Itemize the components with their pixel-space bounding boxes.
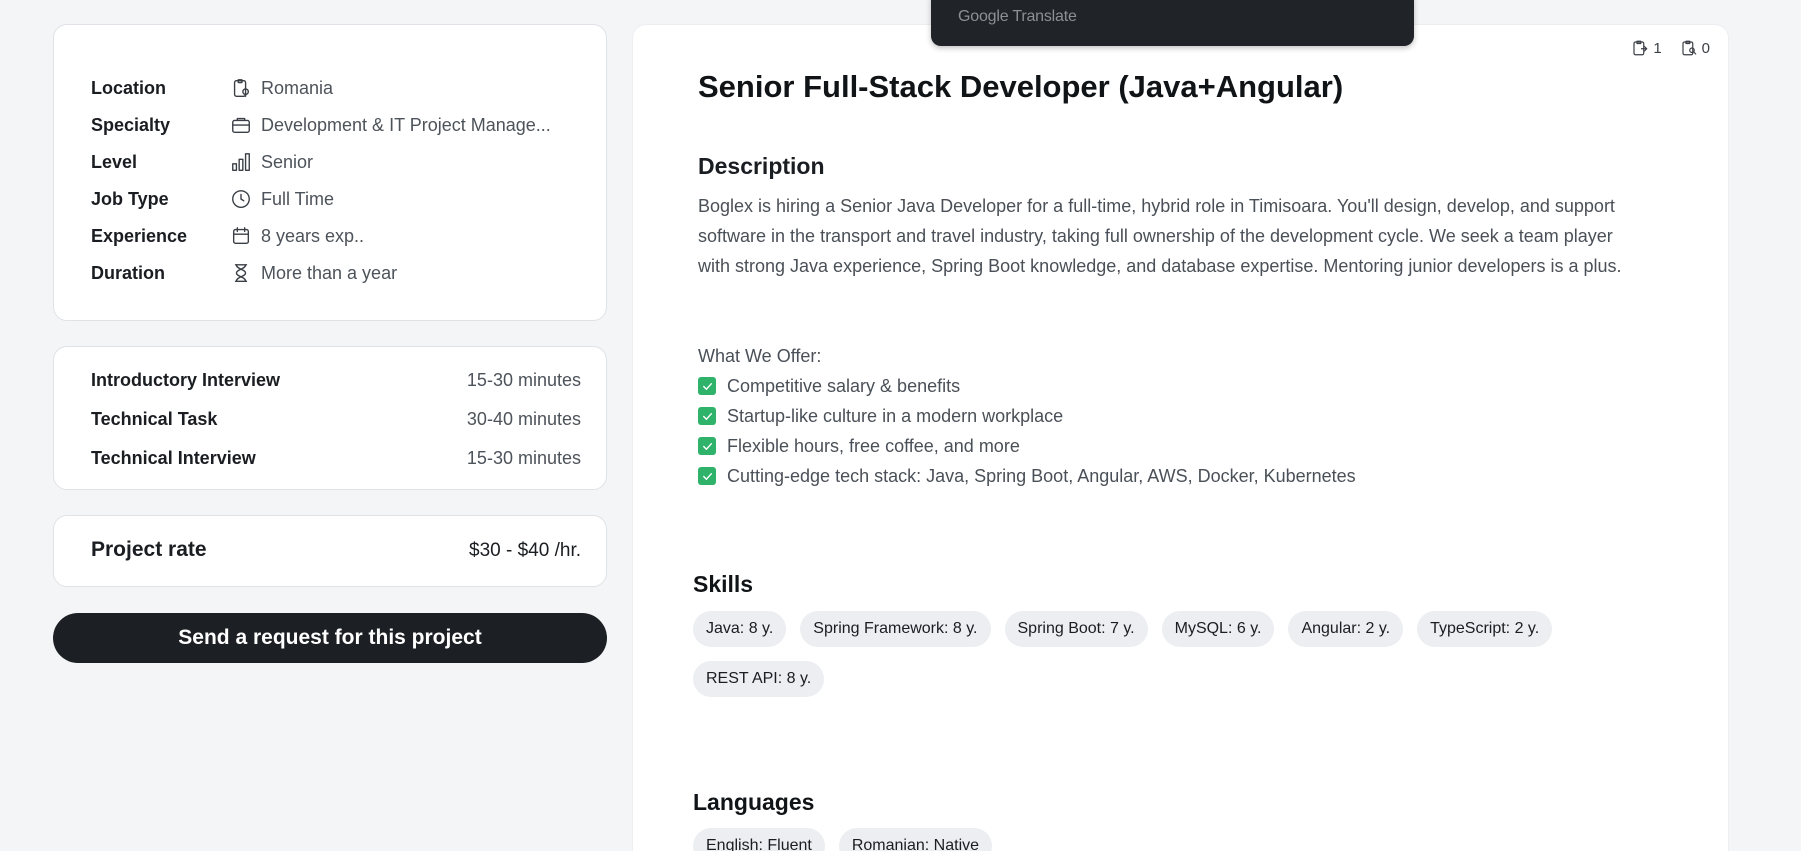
info-value: More than a year — [261, 262, 398, 283]
counter-value: 1 — [1653, 39, 1662, 57]
step-row: Introductory Interview 15-30 minutes — [91, 367, 581, 393]
step-row: Technical Task 30-40 minutes — [91, 406, 581, 432]
job-info-card: Location Romania Specialty Development &… — [53, 24, 607, 321]
interview-steps-card: Introductory Interview 15-30 minutes Tec… — [53, 346, 607, 490]
clipboard-export-icon — [1633, 40, 1648, 56]
hourglass-icon — [229, 261, 253, 285]
language-chip: Romanian: Native — [838, 828, 993, 851]
info-row-level: Level Senior — [91, 149, 313, 175]
project-rate-card: Project rate $30 - $40 /hr. — [53, 515, 607, 587]
skill-chip: Spring Framework: 8 y. — [800, 611, 991, 647]
job-details-card: 1 0 Senior Full-Stack Developer (Java+An… — [632, 24, 1729, 851]
languages-chip-list: English: Fluent Romanian: Native — [693, 828, 1613, 851]
step-duration: 30-40 minutes — [466, 408, 581, 429]
languages-heading: Languages — [693, 789, 815, 815]
info-value: Development & IT Project Manage... — [261, 114, 551, 135]
skills-heading: Skills — [693, 571, 754, 597]
offer-text: Cutting-edge tech stack: Java, Spring Bo… — [727, 466, 1356, 486]
send-request-button[interactable]: Send a request for this project — [53, 613, 607, 663]
applications-counter[interactable]: 1 — [1631, 39, 1662, 57]
step-label: Introductory Interview — [91, 369, 281, 390]
info-value: 8 years exp.. — [261, 225, 365, 246]
info-value: Full Time — [261, 188, 335, 209]
skill-chip: Java: 8 y. — [693, 611, 787, 647]
rate-label: Project rate — [91, 538, 207, 561]
views-counter[interactable]: 0 — [1680, 39, 1710, 57]
info-value: Senior — [261, 151, 314, 172]
counter-value: 0 — [1701, 39, 1710, 57]
job-title: Senior Full-Stack Developer (Java+Angula… — [698, 69, 1344, 104]
rate-value: $30 - $40 /hr. — [469, 540, 581, 561]
offer-text: Flexible hours, free coffee, and more — [727, 436, 1020, 456]
skill-chip: Spring Boot: 7 y. — [1004, 611, 1148, 647]
step-duration: 15-30 minutes — [466, 369, 581, 390]
bar-chart-icon — [229, 150, 253, 174]
offer-item: Startup-like culture in a modern workpla… — [698, 401, 1356, 431]
info-label: Duration — [91, 262, 165, 283]
offer-item: Flexible hours, free coffee, and more — [698, 431, 1356, 461]
check-icon — [698, 437, 716, 455]
description-heading: Description — [698, 153, 825, 179]
info-row-experience: Experience 8 years exp.. — [91, 223, 364, 249]
skill-chip: Angular: 2 y. — [1288, 611, 1404, 647]
offer-item: Competitive salary & benefits — [698, 371, 1356, 401]
offer-heading: What We Offer: — [698, 346, 822, 366]
info-row-duration: Duration More than a year — [91, 260, 397, 286]
language-chip: English: Fluent — [693, 828, 825, 851]
offer-text: Competitive salary & benefits — [727, 376, 961, 396]
clipboard-pin-icon — [229, 76, 253, 100]
step-label: Technical Task — [91, 408, 218, 429]
skills-chip-list: Java: 8 y. Spring Framework: 8 y. Spring… — [693, 611, 1613, 697]
info-row-location: Location Romania — [91, 75, 333, 101]
counters: 1 0 — [1631, 39, 1710, 57]
step-label: Technical Interview — [91, 447, 256, 468]
offer-item: Cutting-edge tech stack: Java, Spring Bo… — [698, 461, 1356, 491]
info-row-specialty: Specialty Development & IT Project Manag… — [91, 112, 551, 138]
info-row-job-type: Job Type Full Time — [91, 186, 334, 212]
info-value: Romania — [261, 77, 334, 98]
info-label: Level — [91, 151, 138, 172]
step-row: Technical Interview 15-30 minutes — [91, 445, 581, 471]
step-duration: 15-30 minutes — [466, 447, 581, 468]
description-text: Boglex is hiring a Senior Java Developer… — [698, 196, 1622, 276]
info-label: Job Type — [91, 188, 169, 209]
google-translate-popup[interactable]: Google Translate — [931, 0, 1414, 46]
google-translate-label: Google Translate — [958, 8, 1077, 25]
skill-chip: MySQL: 6 y. — [1161, 611, 1275, 647]
offer-block: What We Offer: Competitive salary & bene… — [698, 341, 1356, 491]
info-label: Specialty — [91, 114, 171, 135]
check-icon — [698, 377, 716, 395]
calendar-icon — [229, 224, 253, 248]
check-icon — [698, 407, 716, 425]
skill-chip: REST API: 8 y. — [693, 661, 825, 697]
info-label: Location — [91, 77, 166, 98]
info-label: Experience — [91, 225, 188, 246]
briefcase-icon — [229, 113, 253, 137]
offer-text: Startup-like culture in a modern workpla… — [727, 406, 1064, 426]
check-icon — [698, 467, 716, 485]
clock-icon — [229, 187, 253, 211]
clipboard-search-icon — [1682, 40, 1697, 56]
skill-chip: TypeScript: 2 y. — [1417, 611, 1553, 647]
